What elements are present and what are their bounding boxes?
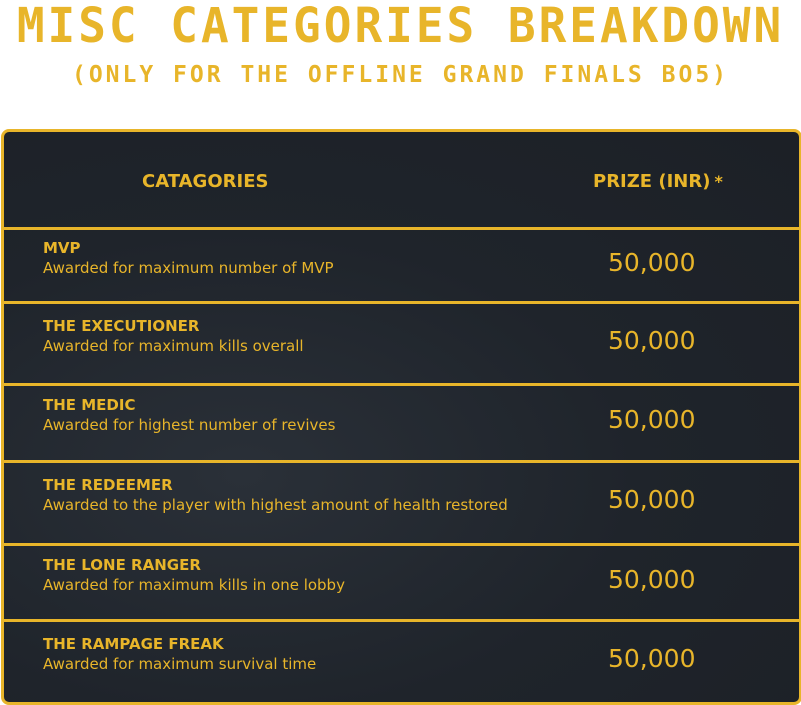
- category-name: THE REDEEMER: [43, 476, 173, 494]
- table-row: THE EXECUTIONER Awarded for maximum kill…: [4, 304, 799, 386]
- table-row: THE REDEEMER Awarded to the player with …: [4, 463, 799, 546]
- asterisk: *: [714, 172, 723, 191]
- prize-value: 50,000: [608, 485, 696, 514]
- prize-table: CATAGORIES PRIZE (INR) * MVP Awarded for …: [1, 129, 801, 705]
- category-description: Awarded for maximum number of MVP: [43, 258, 334, 277]
- prize-value: 50,000: [608, 644, 696, 673]
- table-row: THE LONE RANGER Awarded for maximum kill…: [4, 546, 799, 622]
- prize-value: 50,000: [608, 247, 696, 277]
- header-prize-label: PRIZE (INR): [593, 171, 711, 192]
- prize-value: 50,000: [608, 564, 696, 594]
- page-subtitle: (ONLY FOR THE OFFLINE GRAND FINALS BO5): [71, 62, 730, 88]
- category-name: MVP: [43, 238, 81, 257]
- page-title: MISC CATEGORIES BREAKDOWN: [16, 0, 785, 54]
- header-prize: PRIZE (INR) *: [593, 171, 723, 192]
- table-row: THE MEDIC Awarded for highest number of …: [4, 386, 799, 463]
- category-description: Awarded to the player with highest amoun…: [43, 496, 508, 514]
- table-row: THE RAMPAGE FREAK Awarded for maximum su…: [4, 622, 799, 702]
- category-name: THE RAMPAGE FREAK: [43, 635, 224, 653]
- header-categories: CATAGORIES: [142, 171, 269, 192]
- prize-value: 50,000: [608, 405, 696, 434]
- table-header: CATAGORIES PRIZE (INR) *: [4, 132, 799, 230]
- category-name: THE LONE RANGER: [43, 555, 201, 574]
- category-description: Awarded for maximum kills in one lobby: [43, 575, 345, 594]
- category-description: Awarded for maximum survival time: [43, 655, 317, 673]
- category-name: THE EXECUTIONER: [43, 316, 200, 335]
- category-description: Awarded for maximum kills overall: [43, 336, 304, 355]
- table-row: MVP Awarded for maximum number of MVP 50…: [4, 230, 799, 304]
- prize-value: 50,000: [608, 325, 696, 355]
- category-description: Awarded for highest number of revives: [43, 416, 336, 434]
- category-name: THE MEDIC: [43, 396, 136, 414]
